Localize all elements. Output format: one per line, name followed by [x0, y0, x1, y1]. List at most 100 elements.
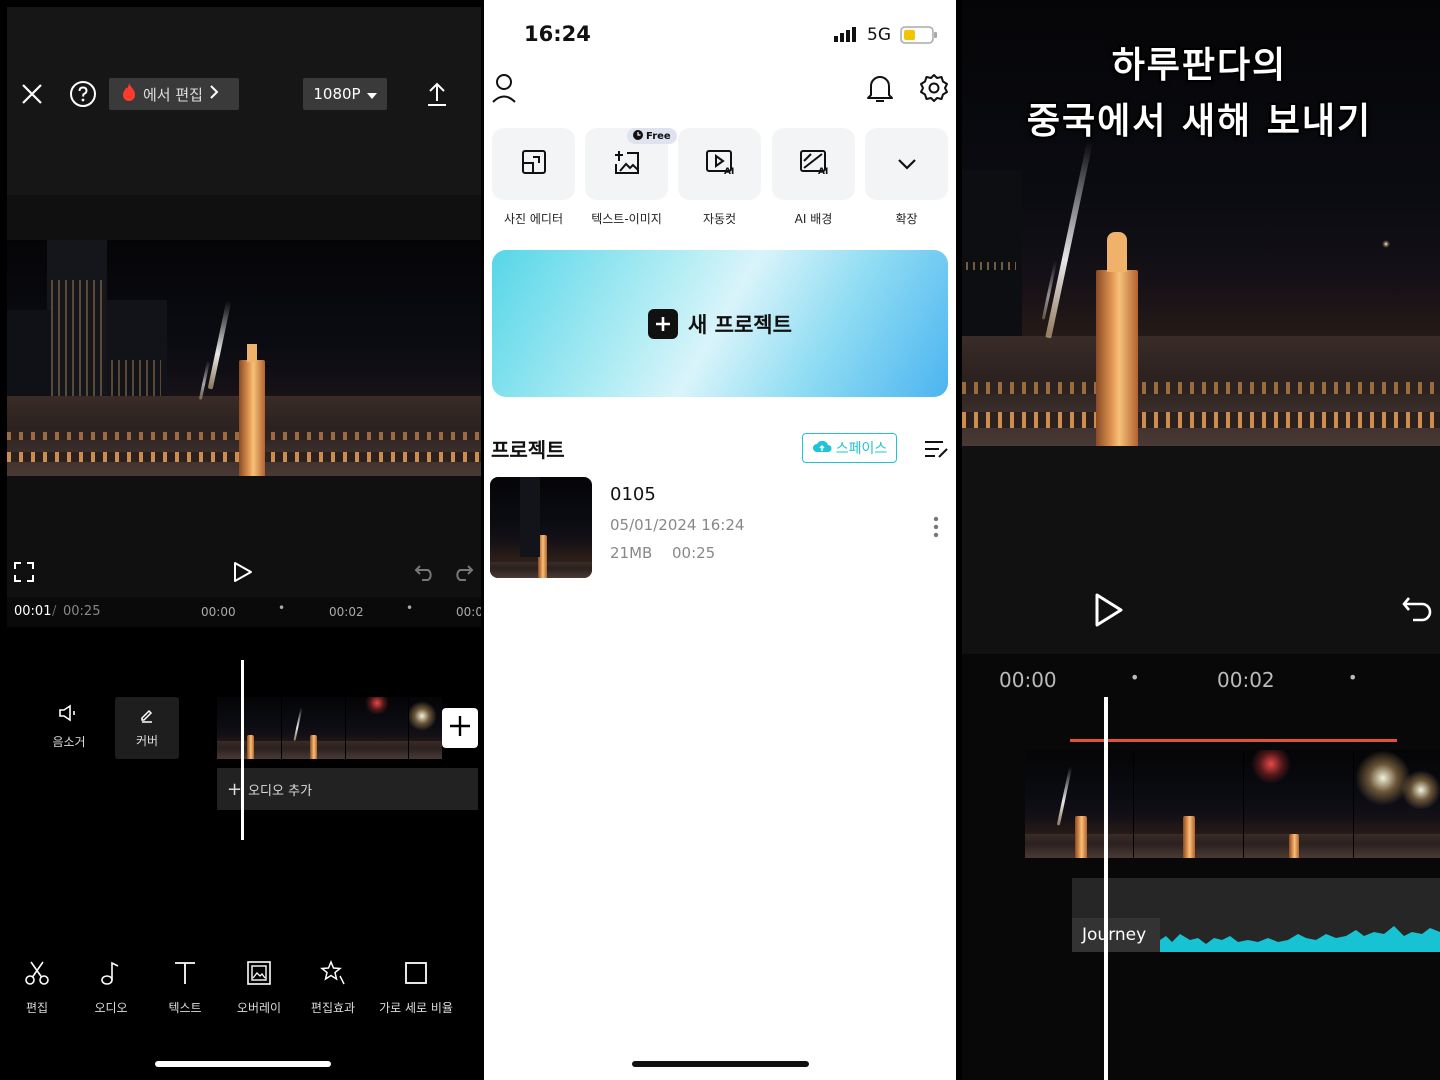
home-indicator: [155, 1061, 331, 1067]
tool-aspect-ratio[interactable]: 가로 세로 비율: [370, 960, 462, 1030]
redo-icon[interactable]: [450, 560, 476, 584]
tool-effects[interactable]: 편집효과: [296, 960, 370, 1030]
quick-action-label: 사진 에디터: [503, 212, 563, 226]
timeline-area: [962, 654, 1440, 1080]
editor-panel: 에서 편집 1080P 00:01 / 00:25 00:00 • 00:02 …: [0, 0, 481, 1080]
sort-list-icon[interactable]: [922, 436, 950, 462]
home-indicator: [632, 1061, 809, 1067]
tool-overlay[interactable]: 오버레이: [222, 960, 296, 1030]
svg-text:AI: AI: [818, 167, 828, 175]
profile-icon[interactable]: [490, 72, 518, 104]
battery-icon: [900, 25, 938, 49]
mute-label: 음소거: [52, 735, 86, 749]
project-thumbnail: [490, 477, 592, 578]
quick-action-label: 자동컷: [702, 212, 737, 226]
text-to-image-icon: [613, 149, 641, 179]
close-icon[interactable]: [18, 78, 46, 110]
new-project-button[interactable]: 새 프로젝트: [492, 250, 948, 397]
project-name: 0105: [610, 484, 656, 505]
bell-icon[interactable]: [864, 72, 896, 104]
current-time: 00:01: [14, 604, 52, 619]
ruler-dot: •: [406, 601, 414, 615]
free-badge-label: Free: [646, 130, 671, 142]
undo-icon[interactable]: [1399, 590, 1435, 630]
edit-in-app-label: 에서 편집: [143, 85, 203, 104]
music-note-icon: [98, 960, 124, 989]
resolution-selector[interactable]: 1080P: [303, 78, 387, 110]
quick-action-auto-cut[interactable]: AI: [678, 128, 761, 200]
scissors-icon: [24, 960, 50, 989]
add-clip-button[interactable]: [442, 708, 478, 748]
ruler-mark: 00:00: [201, 605, 236, 619]
play-icon[interactable]: [1091, 590, 1127, 630]
status-bar: 16:24 5G: [484, 0, 956, 60]
fullscreen-icon[interactable]: [12, 560, 36, 584]
network-label: 5G: [867, 25, 891, 45]
plus-icon: [648, 308, 679, 339]
quick-action-expand[interactable]: [865, 128, 948, 200]
video-preview: [7, 240, 481, 476]
undo-icon[interactable]: [412, 560, 438, 584]
space-label: 스페이스: [835, 441, 888, 457]
auto-cut-icon: AI: [705, 149, 735, 179]
cover-button[interactable]: 커버: [115, 697, 179, 759]
video-clip-strip[interactable]: [217, 697, 442, 759]
overlay-icon: [246, 960, 272, 989]
video-clip-strip[interactable]: [1025, 750, 1440, 858]
project-size: 21MB: [610, 544, 653, 562]
tool-label: 오버레이: [236, 1001, 282, 1015]
add-audio-label: 오디오 추가: [248, 783, 313, 799]
total-time: 00:25: [63, 604, 101, 619]
space-button[interactable]: 스페이스: [802, 433, 897, 463]
export-icon[interactable]: [424, 78, 450, 110]
effects-icon: [320, 960, 346, 989]
chevron-right-icon: [209, 84, 219, 104]
free-badge: Free: [627, 128, 677, 144]
tool-label: 텍스트: [168, 1001, 202, 1015]
ruler-mark: 00:02: [1217, 668, 1275, 692]
time-separator: /: [52, 604, 57, 619]
new-project-label: 새 프로젝트: [688, 312, 792, 337]
quick-action-label: AI 배경: [794, 212, 833, 226]
tool-text[interactable]: 텍스트: [148, 960, 222, 1030]
add-audio-button[interactable]: + 오디오 추가: [217, 768, 478, 810]
tool-label: 편집효과: [310, 1001, 356, 1015]
audio-track[interactable]: Journey: [1072, 878, 1440, 952]
ruler-mark: 00:00: [999, 668, 1057, 692]
photo-editor-icon: [521, 149, 547, 179]
plus-icon: [449, 715, 471, 741]
bottom-toolbar: 편집 오디오 텍스트 오버레이 편집효과 가로 세로 비율: [0, 960, 481, 1030]
help-icon[interactable]: [68, 78, 98, 110]
play-icon[interactable]: [230, 558, 256, 586]
aspect-ratio-icon: [403, 960, 429, 989]
tool-label: 가로 세로 비율: [379, 1001, 453, 1015]
tool-edit[interactable]: 편집: [0, 960, 74, 1030]
signal-icon: [834, 26, 858, 46]
effect-range-line: [1070, 739, 1397, 742]
edit-in-app-button[interactable]: 에서 편집: [109, 78, 239, 110]
video-title-line-1: 하루판다의: [1111, 45, 1288, 86]
pencil-icon: [139, 707, 155, 726]
project-duration: 00:25: [672, 544, 716, 562]
ruler-dot: •: [278, 601, 286, 615]
resolution-value: 1080P: [313, 85, 361, 103]
quick-action-photo-editor[interactable]: [492, 128, 575, 200]
mute-button[interactable]: 음소거: [42, 704, 96, 754]
quick-action-label: 확장: [895, 212, 918, 226]
project-date: 05/01/2024 16:24: [610, 516, 745, 534]
home-screen-panel: 16:24 5G 사진 에디터 Free 텍스트-이미지 AI 자동컷 AI A…: [484, 0, 956, 1080]
ruler-mark: 00:0: [456, 605, 481, 619]
timeline-ruler: 00:01 / 00:25 00:00 • 00:02 • 00:0: [7, 597, 481, 627]
ruler-dot: •: [1130, 668, 1140, 687]
chevron-down-icon: [897, 155, 917, 174]
playhead[interactable]: [241, 660, 244, 840]
more-options-icon[interactable]: [926, 512, 946, 542]
settings-gear-icon[interactable]: [918, 72, 950, 104]
ruler-dot: •: [1348, 668, 1358, 687]
video-title-line-2: 중국에서 새해 보내기: [1026, 101, 1373, 142]
tool-audio[interactable]: 오디오: [74, 960, 148, 1030]
video-preview-panel: 하루판다의 중국에서 새해 보내기 00:00 • 00:02 • Journe…: [959, 0, 1440, 1080]
quick-action-ai-background[interactable]: AI: [772, 128, 855, 200]
playhead[interactable]: [1104, 697, 1108, 1080]
ruler-mark: 00:02: [329, 605, 364, 619]
